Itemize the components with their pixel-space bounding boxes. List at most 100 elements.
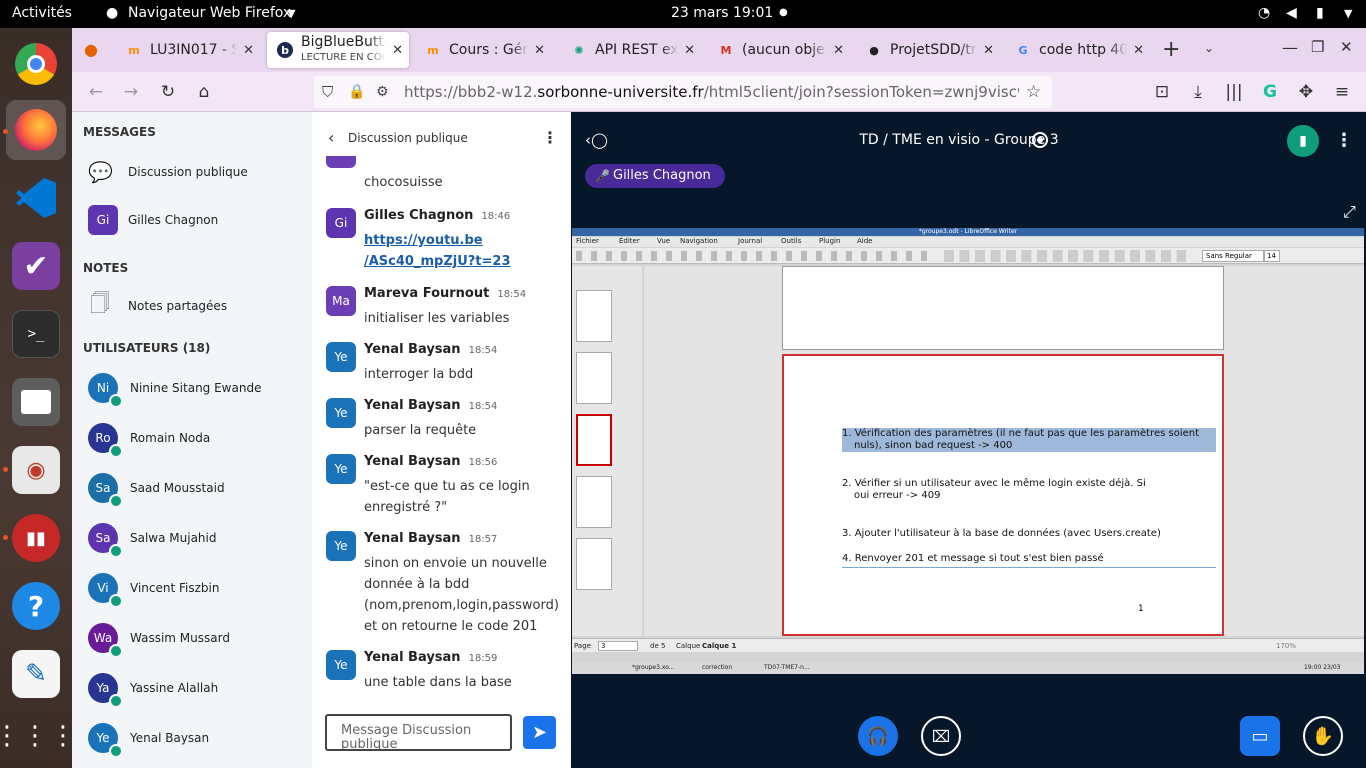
user-list-item[interactable]: Ni Ninine Sitang Ewande [72, 366, 312, 410]
bookmark-star-icon[interactable]: ☆ [1026, 76, 1041, 108]
message-text[interactable]: https://youtu.be /ASc40_mpZjU?t=23 [364, 230, 554, 272]
tab-gmail[interactable]: M (aucun objet) ✕ [708, 32, 850, 68]
tab-bigbluebutton[interactable]: b BigBlueButtonLECTURE EN COURS ✕ [267, 32, 409, 68]
layer-field[interactable]: Calque 1 [702, 639, 736, 653]
video-button[interactable]: ⌧ [921, 716, 961, 756]
user-list-item[interactable]: Vi Vincent Fiszbin [72, 566, 312, 610]
lo-font-size[interactable]: 14 [1264, 250, 1280, 262]
grammarly-icon[interactable]: G [1258, 80, 1282, 104]
lo-menu-item[interactable]: Aide [857, 237, 872, 245]
lo-tool-icons[interactable] [576, 251, 936, 261]
document-viewer-icon[interactable]: ◉ [12, 446, 60, 494]
user-list-item[interactable]: Ro Romain Noda [72, 416, 312, 460]
close-icon[interactable]: ✕ [392, 43, 403, 58]
shared-notes-item[interactable]: 🗍 Notes partagées [72, 284, 312, 328]
files-icon[interactable] [12, 378, 60, 426]
terminal-icon[interactable]: >_ [12, 310, 60, 358]
chat-message-input[interactable]: Message Discussion publique [325, 714, 512, 751]
raise-hand-button[interactable]: ✋ [1303, 716, 1343, 756]
volume-icon[interactable]: ◀ [1286, 5, 1297, 21]
url-bar[interactable]: ⛉ 🔒 ⚙ https://bbb2-w12.sorbonne-universi… [314, 76, 1052, 108]
slide-thumbnail-2[interactable] [576, 352, 612, 404]
slide-thumbnail-4[interactable] [576, 476, 612, 528]
firefox-view-icon[interactable]: ● [84, 40, 98, 59]
options-menu-icon[interactable]: ⋮ [1335, 130, 1353, 151]
slide-thumbnail-3[interactable] [576, 414, 612, 466]
wifi-icon[interactable]: ◔ [1258, 5, 1270, 21]
chat-header-title[interactable]: Discussion publique [348, 131, 468, 145]
close-icon[interactable]: ✕ [243, 43, 254, 58]
forward-icon[interactable]: → [119, 80, 143, 104]
leave-user-icon[interactable]: ‹◯ [585, 131, 608, 149]
fullscreen-icon[interactable]: ⤢ [1343, 202, 1356, 222]
downloads-icon[interactable]: ⤓ [1186, 80, 1210, 104]
zoom-level[interactable]: 170% [1276, 639, 1296, 653]
app-menu[interactable]: Navigateur Web Firefox [128, 5, 291, 21]
recording-indicator-icon[interactable] [1032, 132, 1048, 148]
system-menu-chevron-icon[interactable]: ▼ [1344, 7, 1352, 20]
private-chat-item[interactable]: Gi Gilles Chagnon [72, 198, 312, 242]
user-list-item[interactable]: Ya Yassine Alallah [72, 666, 312, 710]
media-recorder-icon[interactable]: ▮▮ [12, 514, 60, 562]
slide-thumbnail-5[interactable] [576, 538, 612, 590]
taskbar-item-1[interactable]: *groupe3.xo... [632, 662, 675, 674]
close-icon[interactable]: ✕ [1133, 43, 1144, 58]
user-list-item[interactable]: Wa Wassim Mussard [72, 616, 312, 660]
page-field[interactable]: 3 [598, 641, 638, 651]
user-list-item[interactable]: Sa Saad Mousstaid [72, 466, 312, 510]
list-item-2[interactable]: 2. Vérifier si un utilisateur avec le mê… [842, 478, 1152, 502]
public-chat-item[interactable]: 💬 Discussion publique [72, 150, 312, 194]
close-icon[interactable]: ✕ [684, 43, 695, 58]
list-item-1[interactable]: 1. Vérification des paramètres (il ne fa… [842, 428, 1216, 452]
firefox-dock-icon[interactable] [6, 100, 66, 160]
pocket-icon[interactable]: ⊡ [1150, 80, 1174, 104]
slide-thumbnail-1[interactable] [576, 290, 612, 342]
taskbar-item-3[interactable]: TD07-TME7-n... [764, 662, 810, 674]
user-list-item[interactable]: Ye Yenal Baysan [72, 716, 312, 760]
tasks-icon[interactable]: ✔ [12, 242, 60, 290]
back-icon[interactable]: ← [84, 80, 108, 104]
restore-icon[interactable]: ❐ [1311, 38, 1324, 56]
lo-menu-item[interactable]: Fichier [576, 237, 599, 245]
chat-options-icon[interactable]: ⋮ [542, 128, 558, 147]
tab-lu3in017[interactable]: mLU3IN017 - S2✕ [116, 32, 260, 68]
extensions-icon[interactable]: ✥ [1294, 80, 1318, 104]
vscode-icon[interactable] [12, 174, 60, 222]
battery-icon[interactable]: ▮ [1316, 5, 1324, 21]
lo-menu-item[interactable]: Journal [738, 237, 762, 245]
help-icon[interactable]: ? [12, 582, 60, 630]
text-editor-icon[interactable]: ✎ [12, 650, 60, 698]
window-close-icon[interactable]: ✕ [1340, 38, 1353, 56]
tab-github[interactable]: ● ProjetSDD/tm ✕ [856, 32, 1000, 68]
show-apps-icon[interactable]: ⋮⋮⋮ [0, 712, 76, 760]
lo-menu-item[interactable]: Outils [781, 237, 801, 245]
library-icon[interactable]: ||| [1222, 80, 1246, 104]
lo-menu-item[interactable]: Éditer [619, 237, 640, 245]
lo-menu-item[interactable]: Vue [657, 237, 670, 245]
close-icon[interactable]: ✕ [983, 43, 994, 58]
home-icon[interactable]: ⌂ [192, 80, 216, 104]
close-icon[interactable]: ✕ [833, 43, 844, 58]
lo-font-name[interactable]: Sans Regular [1202, 250, 1264, 262]
tab-google-search[interactable]: Gcode http 409✕ [1005, 32, 1150, 68]
tab-cours-genie[interactable]: mCours : Génie✕ [415, 32, 551, 68]
connection-status-icon[interactable]: ▮ [1287, 125, 1319, 157]
taskbar-item-2[interactable]: correction [702, 662, 732, 674]
clock[interactable]: 23 mars 19:01 [671, 5, 773, 21]
chrome-icon[interactable] [12, 40, 60, 88]
user-list-item[interactable]: Sa Salwa Mujahid [72, 516, 312, 560]
close-icon[interactable]: ✕ [534, 43, 545, 58]
lo-color-palette[interactable] [942, 250, 1186, 262]
lo-menu-item[interactable]: Navigation [680, 237, 718, 245]
list-item-3[interactable]: 3. Ajouter l'utilisateur à la base de do… [842, 528, 1216, 540]
list-item-4[interactable]: 4. Renvoyer 201 et message si tout s'est… [842, 553, 1216, 565]
menu-icon[interactable]: ≡ [1330, 80, 1354, 104]
activities-button[interactable]: Activités [12, 5, 72, 21]
minimize-icon[interactable]: — [1282, 38, 1298, 57]
send-button[interactable]: ➤ [523, 716, 556, 749]
audio-button[interactable]: 🎧 [858, 716, 898, 756]
lo-menu-item[interactable]: Plugin [819, 237, 840, 245]
presentation-button[interactable]: ▭ [1240, 716, 1280, 756]
reload-icon[interactable]: ↻ [156, 80, 180, 104]
back-chevron-icon[interactable]: ‹ [328, 128, 334, 147]
